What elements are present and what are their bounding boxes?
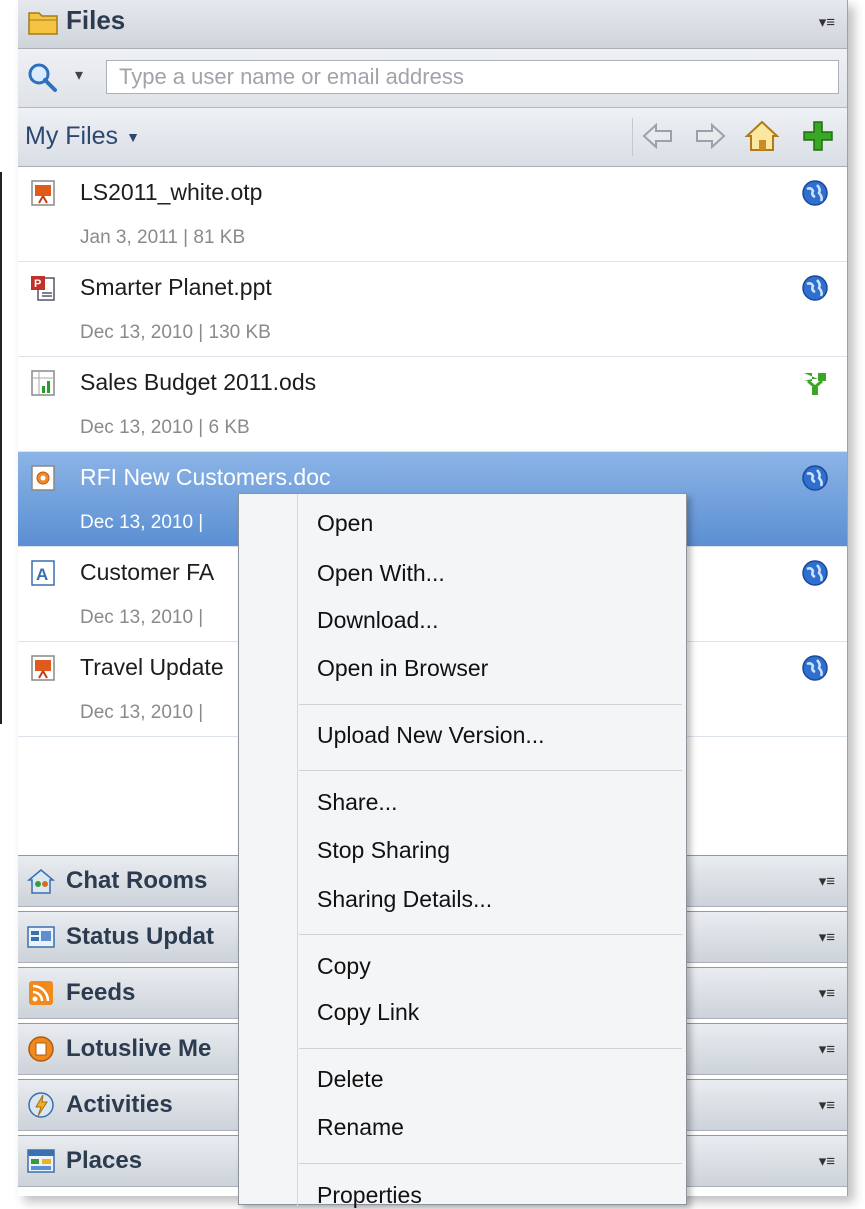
navigation-bar: My Files ▼ <box>18 108 847 167</box>
rss-feed-icon <box>29 981 53 1005</box>
section-label: Activities <box>66 1091 173 1118</box>
files-panel-header: Files ▾≡ <box>18 0 847 49</box>
menu-item-open[interactable]: Open <box>317 510 373 537</box>
file-context-menu: Open Open With... Download... Open in Br… <box>238 493 687 1208</box>
section-label: Chat Rooms <box>66 867 208 894</box>
file-row[interactable]: Sales Budget 2011.ods Dec 13, 2010 | 6 K… <box>18 357 847 452</box>
svg-text:A: A <box>36 565 48 584</box>
menu-item-copy[interactable]: Copy <box>317 953 371 980</box>
menu-item-upload-new-version[interactable]: Upload New Version... <box>317 722 545 749</box>
file-name: LS2011_white.otp <box>80 179 263 205</box>
location-dropdown[interactable]: My Files ▼ <box>25 122 140 151</box>
places-icon <box>27 1149 55 1173</box>
add-icon[interactable] <box>800 118 836 154</box>
activities-icon <box>28 1092 54 1118</box>
document-icon <box>31 465 55 491</box>
section-menu-icon[interactable]: ▾≡ <box>819 1040 835 1058</box>
file-meta: Dec 13, 2010 | 130 KB <box>80 322 271 343</box>
lotuslive-icon <box>28 1036 54 1062</box>
presentation-icon <box>31 655 55 681</box>
search-scope-dropdown-icon[interactable]: ▾ <box>75 65 83 85</box>
powerpoint-icon: P <box>31 276 55 301</box>
public-globe-icon[interactable] <box>801 179 829 207</box>
home-icon[interactable] <box>744 118 780 154</box>
back-icon[interactable] <box>640 118 676 154</box>
menu-item-rename[interactable]: Rename <box>317 1114 404 1141</box>
nav-divider <box>632 118 633 156</box>
chevron-down-icon: ▼ <box>126 129 140 146</box>
menu-item-sharing-details[interactable]: Sharing Details... <box>317 886 492 913</box>
public-globe-icon[interactable] <box>801 559 829 587</box>
folder-icon <box>28 12 58 35</box>
status-updates-icon <box>27 926 55 948</box>
menu-item-delete[interactable]: Delete <box>317 1066 383 1093</box>
section-menu-icon[interactable]: ▾≡ <box>819 1096 835 1114</box>
panel-left-edge <box>0 172 2 724</box>
file-meta: Dec 13, 2010 | <box>80 702 204 723</box>
menu-item-copy-link[interactable]: Copy Link <box>317 999 419 1026</box>
file-name: RFI New Customers.doc <box>80 464 331 490</box>
public-globe-icon[interactable] <box>801 654 829 682</box>
spreadsheet-icon <box>31 370 55 396</box>
file-row[interactable]: P Smarter Planet.ppt Dec 13, 2010 | 130 … <box>18 262 847 357</box>
menu-separator <box>299 934 682 935</box>
menu-separator <box>299 770 682 771</box>
menu-item-open-in-browser[interactable]: Open in Browser <box>317 655 488 682</box>
text-document-icon: A <box>31 560 55 586</box>
section-menu-icon[interactable]: ▾≡ <box>819 984 835 1002</box>
file-name: Travel Update <box>80 654 224 680</box>
menu-separator <box>299 1048 682 1049</box>
search-icon[interactable] <box>26 61 58 93</box>
file-name: Smarter Planet.ppt <box>80 274 272 300</box>
menu-item-stop-sharing[interactable]: Stop Sharing <box>317 837 450 864</box>
file-meta: Dec 13, 2010 | <box>80 607 204 628</box>
file-name: Customer FA <box>80 559 215 585</box>
menu-gutter <box>297 494 298 1206</box>
section-menu-icon[interactable]: ▾≡ <box>819 928 835 946</box>
panel-menu-button[interactable]: ▾≡ <box>819 13 835 31</box>
menu-item-open-with[interactable]: Open With... <box>317 560 445 587</box>
public-globe-icon[interactable] <box>801 464 829 492</box>
panel-title: Files <box>66 5 126 35</box>
menu-separator <box>299 704 682 705</box>
menu-item-share[interactable]: Share... <box>317 789 398 816</box>
public-globe-icon[interactable] <box>801 274 829 302</box>
chat-rooms-icon <box>26 869 56 894</box>
file-name: Sales Budget 2011.ods <box>80 369 317 395</box>
menu-separator <box>299 1163 682 1164</box>
section-menu-icon[interactable]: ▾≡ <box>819 872 835 890</box>
section-label: Status Updat <box>66 923 215 950</box>
file-meta: Dec 13, 2010 | <box>80 512 204 533</box>
user-search-input[interactable] <box>106 60 839 94</box>
location-label: My Files <box>25 122 119 150</box>
section-label: Lotuslive Me <box>66 1035 212 1062</box>
shared-icon[interactable] <box>801 369 829 397</box>
section-label: Places <box>66 1147 143 1174</box>
search-bar: ▾ <box>18 49 847 108</box>
section-menu-icon[interactable]: ▾≡ <box>819 1152 835 1170</box>
file-row[interactable]: LS2011_white.otp Jan 3, 2011 | 81 KB <box>18 167 847 262</box>
presentation-icon <box>31 180 55 206</box>
menu-item-download[interactable]: Download... <box>317 607 438 634</box>
file-meta: Jan 3, 2011 | 81 KB <box>80 227 246 248</box>
svg-text:P: P <box>34 278 41 290</box>
forward-icon[interactable] <box>692 118 728 154</box>
file-meta: Dec 13, 2010 | 6 KB <box>80 417 250 438</box>
section-label: Feeds <box>66 979 136 1006</box>
